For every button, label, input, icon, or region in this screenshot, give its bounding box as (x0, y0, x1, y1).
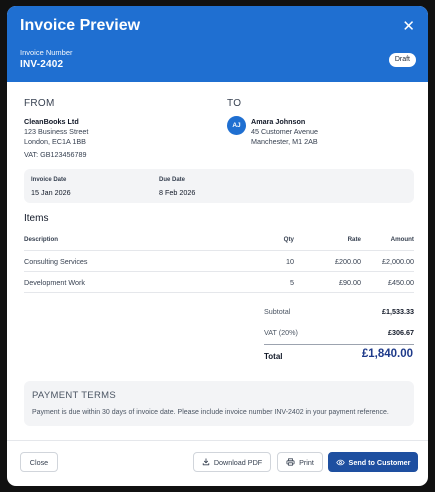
row-divider (24, 292, 414, 293)
from-address-line1: 123 Business Street (24, 127, 89, 136)
dates-panel: Invoice Date 15 Jan 2026 Due Date 8 Feb … (24, 169, 414, 203)
from-company: CleanBooks Ltd (24, 117, 79, 126)
vat-value: £306.67 (388, 328, 414, 337)
send-to-customer-label: Send to Customer (348, 457, 411, 467)
table-header-divider (24, 250, 414, 251)
row-divider (24, 271, 414, 272)
payment-terms-text: Payment is due within 30 days of invoice… (32, 409, 389, 416)
invoice-date-label: Invoice Date (31, 177, 67, 183)
subtotal-value: £1,533.33 (382, 307, 414, 316)
payment-terms-title: PAYMENT TERMS (32, 390, 116, 401)
invoice-preview-modal: Invoice Preview ✕ Invoice Number INV-240… (7, 6, 428, 486)
to-name: Amara Johnson (251, 117, 306, 126)
download-pdf-label: Download PDF (213, 457, 263, 467)
invoice-number: INV-2402 (20, 59, 64, 70)
row-rate: £90.00 (339, 278, 361, 287)
vat-label: VAT (20%) (264, 328, 298, 337)
row-amount: £2,000.00 (382, 257, 414, 266)
close-icon[interactable]: ✕ (402, 19, 415, 35)
print-label: Print (299, 457, 314, 467)
to-address-line1: 45 Customer Avenue (251, 127, 318, 136)
row-description: Development Work (24, 278, 85, 287)
invoice-number-label: Invoice Number (20, 48, 73, 57)
due-date-label: Due Date (159, 177, 186, 183)
modal-title: Invoice Preview (20, 17, 141, 34)
row-amount: £450.00 (388, 278, 414, 287)
to-label: TO (227, 98, 242, 109)
status-badge: Draft (388, 53, 416, 67)
print-button[interactable]: Print (277, 452, 323, 472)
download-pdf-button[interactable]: Download PDF (193, 452, 271, 472)
row-qty: 5 (290, 278, 294, 287)
payment-terms-panel: PAYMENT TERMS Payment is due within 30 d… (24, 381, 414, 426)
col-header-description: Description (24, 236, 59, 243)
to-address-line2: Manchester, M1 2AB (251, 137, 318, 146)
from-vat: VAT: GB123456789 (24, 150, 87, 159)
close-button[interactable]: Close (20, 452, 58, 472)
col-header-rate: Rate (347, 236, 361, 243)
eye-icon (335, 459, 345, 466)
avatar: AJ (227, 116, 246, 135)
total-divider (264, 344, 414, 345)
subtotal-label: Subtotal (264, 307, 291, 316)
total-value: £1,840.00 (361, 348, 413, 360)
download-icon (202, 458, 210, 466)
due-date: 8 Feb 2026 (159, 188, 196, 197)
col-header-amount: Amount (390, 236, 414, 243)
total-label: Total (264, 352, 283, 361)
from-label: FROM (24, 98, 55, 109)
row-rate: £200.00 (335, 257, 361, 266)
row-qty: 10 (286, 257, 294, 266)
from-address-line2: London, EC1A 1BB (24, 137, 86, 146)
close-button-label: Close (29, 457, 49, 467)
col-header-qty: Qty (283, 236, 294, 243)
row-description: Consulting Services (24, 257, 88, 266)
send-to-customer-button[interactable]: Send to Customer (328, 452, 418, 472)
footer-divider (7, 440, 428, 441)
modal-header: Invoice Preview ✕ Invoice Number INV-240… (7, 6, 428, 82)
invoice-date: 15 Jan 2026 (31, 188, 71, 197)
printer-icon (286, 458, 295, 466)
items-title: Items (24, 213, 49, 224)
